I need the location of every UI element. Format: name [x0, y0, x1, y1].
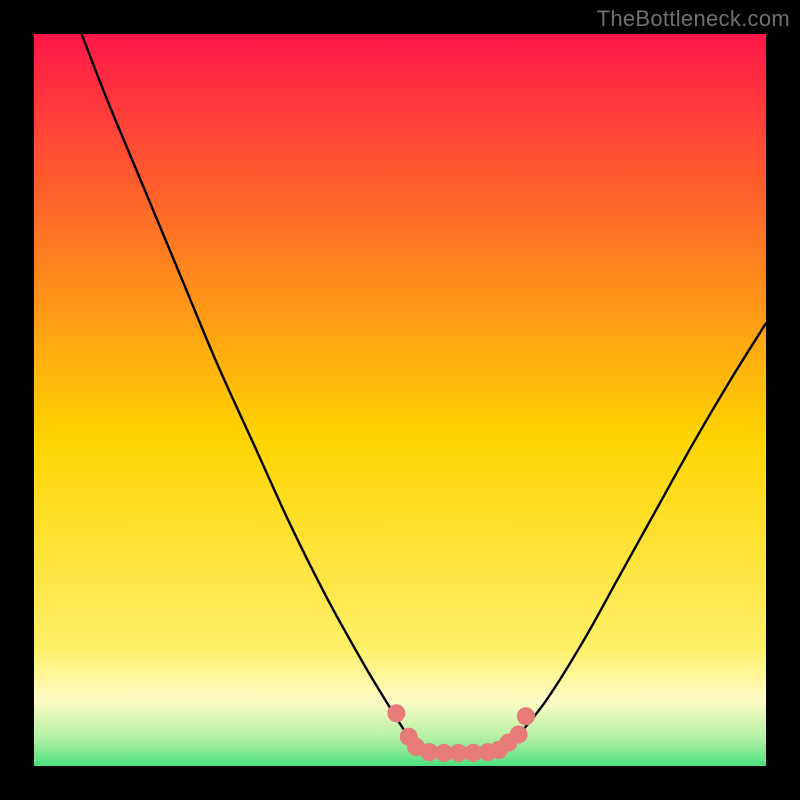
chart-frame: TheBottleneck.com	[0, 0, 800, 800]
plot-area	[34, 34, 766, 766]
marker-dot	[510, 726, 527, 743]
watermark-text: TheBottleneck.com	[597, 6, 790, 32]
marker-dot	[388, 705, 405, 722]
chart-svg	[34, 34, 766, 766]
marker-dot	[517, 708, 534, 725]
gradient-background	[34, 34, 766, 766]
